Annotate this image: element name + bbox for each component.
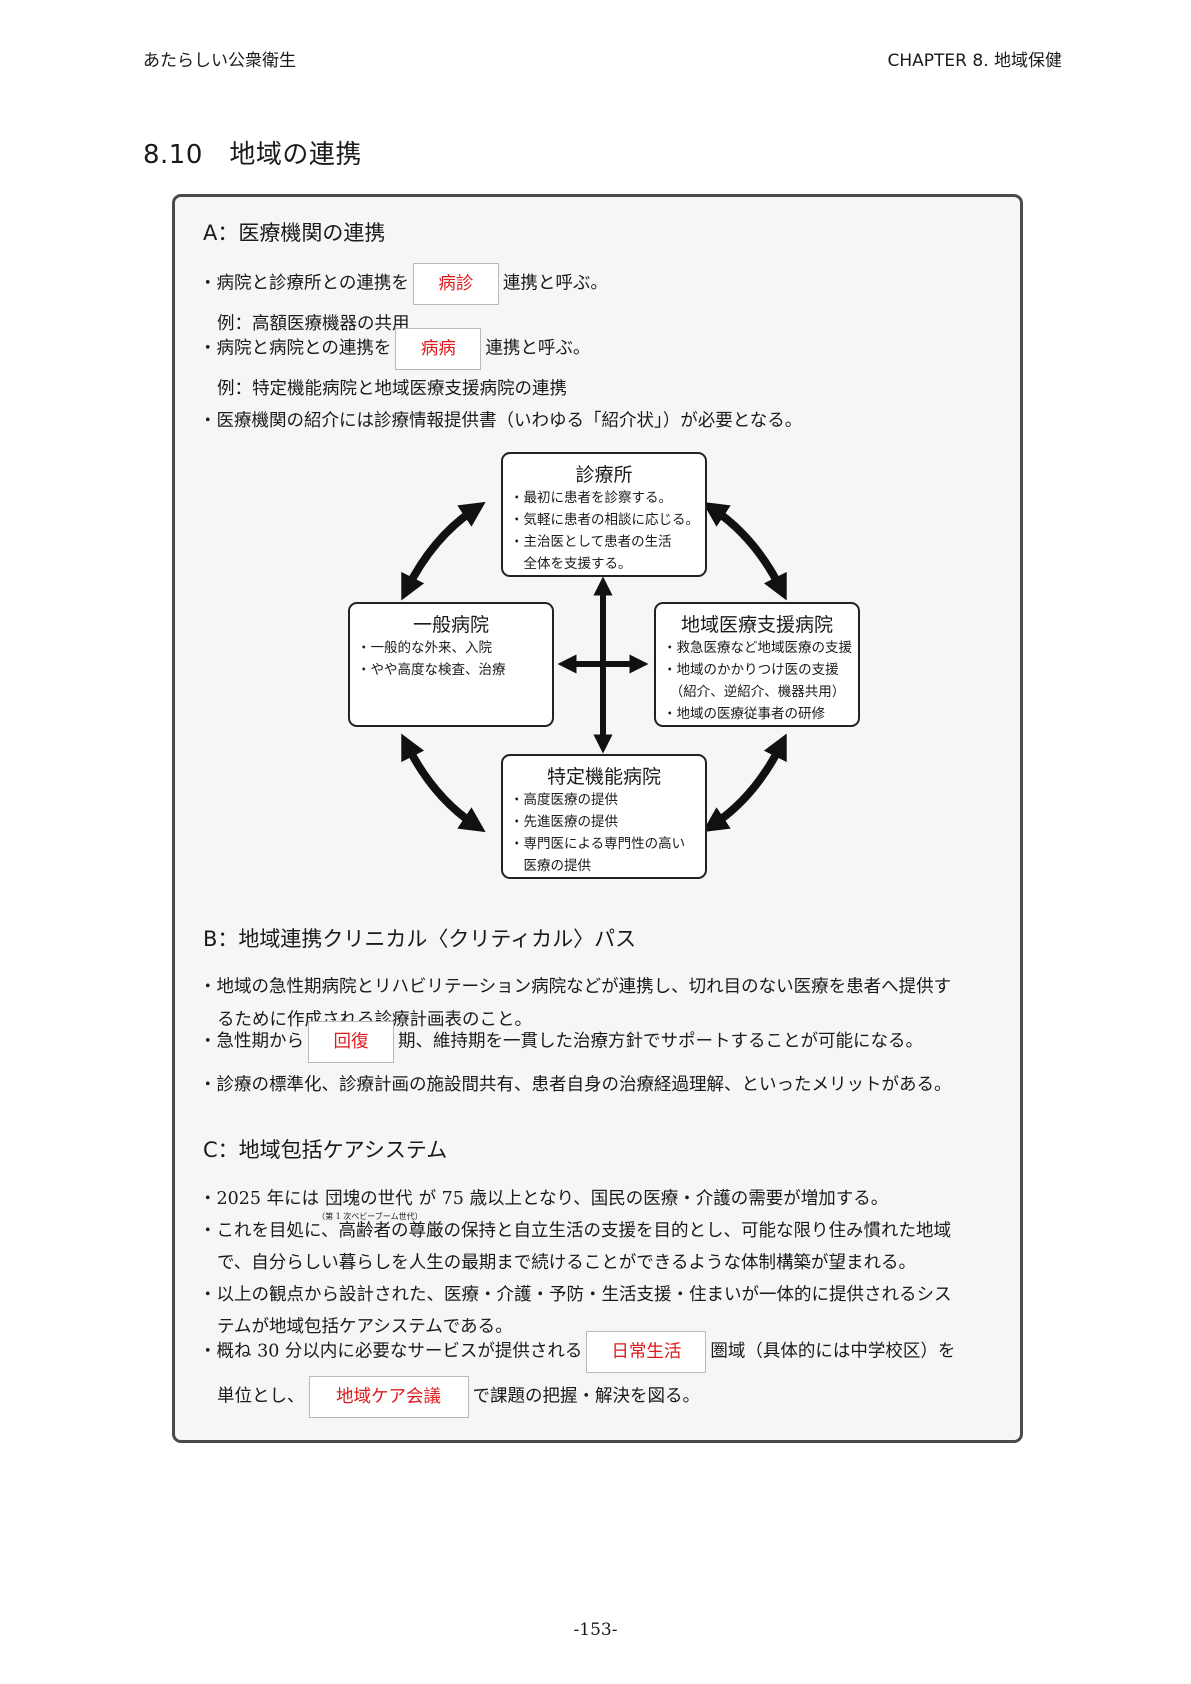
c-line-6: ・概ね 30 分以内に必要なサービスが提供される 日常生活 圏域（具体的には中学校区…: [199, 1331, 955, 1373]
node-general-title: 一般病院: [412, 614, 489, 636]
c-line-3: で、自分らしい暮らしを人生の最期まで続けることができるような体制構築が望まれる。: [217, 1253, 916, 1273]
c-line-7-tail: で課題の把握・解決を図る。: [472, 1386, 701, 1407]
node-regional-item: ・地域のかかりつけ医の支援: [663, 662, 839, 678]
section-c-title: C：地域包括ケアシステム: [203, 1138, 448, 1162]
node-general-item: ・一般的な外来、入院: [357, 640, 492, 656]
b-line-4: ・診療の標準化、診療計画の施設間共有、患者自身の治療経過理解、といったメリットが…: [199, 1075, 952, 1095]
answer-box-nichijou-seikatsu: 日常生活: [586, 1331, 707, 1373]
dankai-generation-ruby: 団塊の世代 （第 1 次ベビーブーム世代）: [317, 1187, 422, 1221]
node-clinic-item: ・主治医として患者の生活: [510, 534, 672, 550]
page-number: -153-: [573, 1620, 618, 1640]
c-line-6-tail: 圏域（具体的には中学校区）を: [710, 1341, 956, 1362]
b-line-3-tail: 期、維持期を一貫した治療方針でサポートすることが可能になる。: [398, 1031, 923, 1052]
node-regional-item: ・地域の医療従事者の研修: [663, 706, 825, 722]
node-special-item: 医療の提供: [510, 858, 591, 874]
node-special-title: 特定機能病院: [546, 766, 661, 788]
node-clinic-item: ・気軽に患者の相談に応じる。: [510, 512, 699, 528]
node-special-item: ・高度医療の提供: [510, 792, 618, 808]
node-special-item: ・専門医による専門性の高い: [510, 836, 686, 852]
answer-box-chiiki-care-kaigi: 地域ケア会議: [308, 1376, 469, 1418]
c-line-1-text: ・2025 年には: [199, 1189, 320, 1209]
c-line-4: ・以上の観点から設計された、医療・介護・予防・生活支援・住まいが一体的に提供され…: [199, 1285, 952, 1305]
node-special-function-hospital: 特定機能病院 ・高度医療の提供 ・先進医療の提供 ・専門医による専門性の高い 医…: [501, 754, 707, 879]
section-title: 8.10 地域の連携: [143, 140, 362, 170]
answer-box-kaifuku: 回復: [308, 1021, 394, 1063]
c-line-1-tail: が 75 歳以上となり、国民の医療・介護の需要が増加する。: [418, 1189, 889, 1209]
node-special-item: ・先進医療の提供: [510, 814, 618, 830]
arrow-clinic-general: [401, 501, 486, 601]
node-general-item: ・やや高度な検査、治療: [357, 662, 506, 678]
node-clinic: 診療所 ・最初に患者を診察する。 ・気軽に患者の相談に応じる。 ・主治医として患…: [501, 452, 707, 577]
c-line-7-text: 単位とし、: [217, 1386, 305, 1407]
b-line-3-text: ・急性期から: [199, 1031, 304, 1052]
section-b-title: B：地域連携クリニカル〈クリティカル〉パス: [203, 927, 637, 951]
node-clinic-item: 全体を支援する。: [510, 556, 632, 572]
c-line-6-text: ・概ね 30 分以内に必要なサービスが提供される: [199, 1341, 583, 1362]
arrow-clinic-regional: [702, 501, 787, 601]
arrow-regional-special: [702, 733, 787, 833]
node-regional-item: ・救急医療など地域医療の支援: [663, 640, 852, 656]
summary-box: A：医療機関の連携 ・病院と診療所との連携を 病診 連携と呼ぶ。 例：高額医療機器の…: [172, 194, 1023, 1443]
c-line-1: ・2025 年には 団塊の世代 （第 1 次ベビーブーム世代）が 75 歳以上となり…: [199, 1187, 889, 1221]
node-regional-support-hospital: 地域医療支援病院 ・救急医療など地域医療の支援 ・地域のかかりつけ医の支援 （紹…: [654, 602, 860, 727]
c-line-7: 単位とし、 地域ケア会議 で課題の把握・解決を図る。: [217, 1376, 700, 1418]
running-header-chapter: CHAPTER 8. 地域保健: [887, 51, 1063, 71]
node-general-hospital: 一般病院 ・一般的な外来、入院 ・やや高度な検査、治療: [348, 602, 554, 727]
running-header-book-title: あたらしい公衆衛生: [143, 51, 296, 71]
node-regional-item: （紹介、逆紹介、機器共用）: [663, 684, 846, 700]
arrow-general-special: [401, 733, 486, 833]
c-line-2: ・これを目処に、高齢者の尊厳の保持と自立生活の支援を目的とし、可能な限り住み慣れ…: [199, 1221, 951, 1241]
node-regional-title: 地域医療支援病院: [680, 614, 833, 636]
node-clinic-item: ・最初に患者を診察する。: [510, 490, 672, 506]
b-line-1: ・地域の急性期病院とリハビリテーション病院などが連携し、切れ目のない医療を患者へ…: [199, 977, 952, 997]
node-clinic-title: 診療所: [575, 464, 633, 486]
b-line-3: ・急性期から 回復 期、維持期を一貫した治療方針でサポートすることが可能になる。: [199, 1021, 923, 1063]
